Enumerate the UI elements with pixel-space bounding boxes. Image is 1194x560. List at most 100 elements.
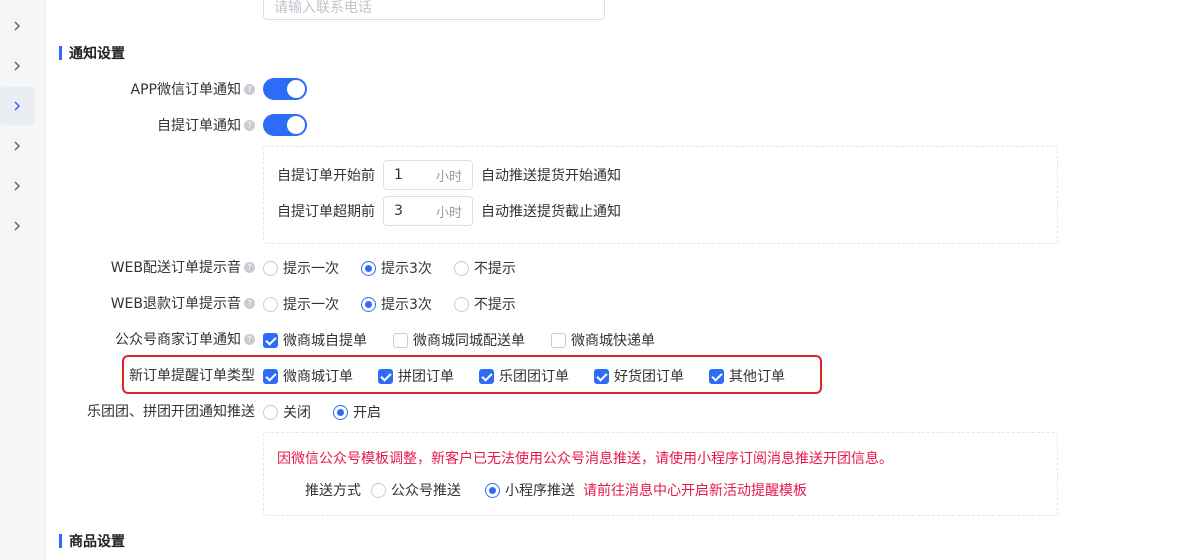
checkbox[interactable] [393, 332, 408, 348]
checkbox-option[interactable]: 微商城同城配送单 [393, 330, 525, 350]
web-delivery-sound-row: WEB配送订单提示音? [47, 252, 255, 282]
checkbox-checked[interactable] [263, 368, 278, 384]
radio-circle[interactable] [453, 296, 469, 312]
radio-circle-selected[interactable] [333, 404, 348, 420]
chevron-right-icon [14, 21, 21, 31]
group-push-options: 关闭 开启 [263, 402, 403, 422]
sidebar [0, 0, 46, 560]
radio-option[interactable]: 小程序推送 [485, 480, 575, 500]
radio-option[interactable]: 公众号推送 [371, 480, 461, 500]
sidebar-expand-4[interactable] [0, 127, 34, 165]
help-icon[interactable]: ? [244, 119, 255, 131]
settings-form: 请输入联系电话 通知设置 APP微信订单通知? 自提订单通知? 自提订单开始前 … [47, 0, 1194, 560]
new-order-types-row: 新订单提醒订单类型 [47, 360, 255, 390]
pickup-before-row: 自提订单开始前 1 小时 自动推送提货开始通知 [277, 160, 621, 190]
radio-option[interactable]: 提示一次 [263, 294, 339, 314]
option-label: 微商城订单 [283, 369, 353, 385]
toggle-switch[interactable] [263, 114, 307, 136]
checkbox-option[interactable]: 其他订单 [709, 366, 785, 386]
checkbox-option[interactable]: 拼团订单 [378, 366, 454, 386]
pickup-overdue-input[interactable]: 3 小时 [383, 196, 473, 226]
chevron-right-icon [14, 221, 21, 231]
radio-circle[interactable] [263, 404, 278, 420]
radio-option[interactable]: 提示3次 [361, 258, 432, 278]
pickup-before-input[interactable]: 1 小时 [383, 160, 473, 190]
checkbox-option[interactable]: 微商城自提单 [263, 330, 367, 350]
option-label: 提示一次 [283, 261, 339, 277]
unit-label: 小时 [435, 205, 462, 221]
help-icon[interactable]: ? [244, 297, 255, 309]
web-refund-sound-options: 提示一次 提示3次 不提示 [263, 294, 538, 314]
radio-option[interactable]: 关闭 [263, 402, 311, 422]
chevron-right-icon [14, 141, 21, 151]
new-order-types-label: 新订单提醒订单类型 [47, 365, 255, 385]
checkbox-option[interactable]: 好货团订单 [594, 366, 684, 386]
pickup-settings-box: 自提订单开始前 1 小时 自动推送提货开始通知 自提订单超期前 3 小时 自动推送提… [263, 146, 1058, 244]
radio-option[interactable]: 开启 [333, 402, 381, 422]
pickup-before-label: 自提订单开始前 [277, 168, 375, 184]
checkbox-option[interactable]: 乐团团订单 [479, 366, 569, 386]
section-title-text: 通知设置 [69, 46, 125, 62]
group-push-label: 乐团团、拼团开团通知推送 [47, 401, 255, 421]
contact-phone-input[interactable]: 请输入联系电话 [263, 0, 605, 20]
radio-circle[interactable] [263, 296, 278, 312]
web-refund-sound-label: WEB退款订单提示音? [47, 293, 255, 313]
checkbox-option[interactable]: 微商城订单 [263, 366, 353, 386]
pickup-notice-label: 自提订单通知? [47, 115, 255, 135]
checkbox-checked[interactable] [709, 368, 724, 384]
radio-option[interactable]: 提示3次 [361, 294, 432, 314]
checkbox-checked[interactable] [594, 368, 609, 384]
template-hint-link[interactable]: 请前往消息中心开启新活动提醒模板 [583, 480, 807, 500]
official-account-notice-label: 公众号商家订单通知? [47, 329, 255, 349]
chevron-right-icon [14, 101, 21, 111]
app-wechat-notice-label: APP微信订单通知? [47, 79, 255, 99]
official-account-notice-row: 公众号商家订单通知? [47, 324, 255, 354]
input-value: 1 [394, 167, 403, 183]
chevron-right-icon [14, 181, 21, 191]
radio-circle[interactable] [263, 260, 278, 276]
radio-circle-selected[interactable] [361, 260, 376, 276]
web-delivery-sound-label: WEB配送订单提示音? [47, 257, 255, 277]
sidebar-expand-6[interactable] [0, 207, 34, 245]
chevron-right-icon [14, 61, 21, 71]
pickup-notice-toggle[interactable] [263, 114, 307, 136]
radio-circle-selected[interactable] [485, 482, 500, 498]
sidebar-expand-2[interactable] [0, 47, 34, 85]
template-warning: 因微信公众号模板调整，新客户已无法使用公众号消息推送，请使用小程序订阅消息推送开… [277, 448, 893, 468]
radio-circle-selected[interactable] [361, 296, 376, 312]
sidebar-expand-3[interactable] [0, 87, 34, 125]
option-label: 其他订单 [729, 369, 785, 385]
sidebar-expand-5[interactable] [0, 167, 34, 205]
section-title-text: 商品设置 [69, 534, 125, 550]
section-marker [59, 534, 62, 548]
app-wechat-notice-row: APP微信订单通知? [47, 74, 255, 104]
pickup-notice-row: 自提订单通知? [47, 110, 255, 140]
toggle-switch[interactable] [263, 78, 307, 100]
radio-circle[interactable] [453, 260, 469, 276]
label-text: WEB退款订单提示音 [110, 296, 241, 312]
notice-section-title: 通知设置 [59, 43, 125, 63]
unit-label: 小时 [435, 169, 462, 185]
help-icon[interactable]: ? [244, 261, 255, 273]
label-text: APP微信订单通知 [130, 82, 241, 98]
checkbox-option[interactable]: 微商城快递单 [551, 330, 655, 350]
option-label: 提示3次 [381, 261, 432, 277]
toggle-knob [287, 116, 305, 134]
option-label: 拼团订单 [398, 369, 454, 385]
checkbox-checked[interactable] [479, 368, 494, 384]
radio-circle[interactable] [371, 482, 386, 498]
pickup-overdue-desc: 自动推送提货截止通知 [481, 204, 621, 220]
radio-option[interactable]: 提示一次 [263, 258, 339, 278]
pickup-overdue-label: 自提订单超期前 [277, 204, 375, 220]
sidebar-expand-1[interactable] [0, 7, 34, 45]
checkbox-checked[interactable] [378, 368, 393, 384]
radio-option[interactable]: 不提示 [453, 294, 516, 314]
checkbox-checked[interactable] [263, 332, 278, 348]
help-icon[interactable]: ? [244, 333, 255, 345]
checkbox[interactable] [551, 332, 566, 348]
radio-option[interactable]: 不提示 [453, 258, 516, 278]
app-wechat-notice-toggle[interactable] [263, 78, 307, 100]
option-label: 乐团团订单 [499, 369, 569, 385]
option-label: 好货团订单 [614, 369, 684, 385]
help-icon[interactable]: ? [244, 83, 255, 95]
